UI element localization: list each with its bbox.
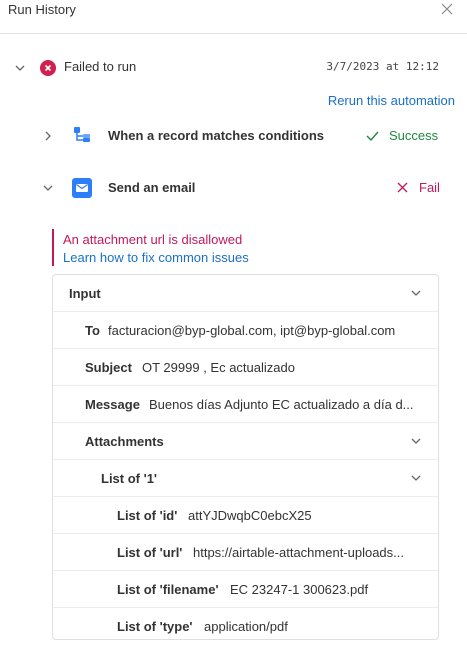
input-row-list-1[interactable]: List of '1': [53, 460, 438, 497]
input-row-message: Message Buenos días Adjunto EC actualiza…: [53, 386, 438, 423]
to-key: To: [85, 323, 100, 338]
panel-title: Run History: [8, 2, 76, 17]
list-filename-key: List of 'filename': [117, 582, 219, 597]
trigger-icon: [74, 127, 90, 142]
chevron-down-icon[interactable]: [42, 182, 54, 194]
rerun-automation-link[interactable]: Rerun this automation: [328, 93, 455, 108]
panel-header: Run History: [0, 0, 467, 34]
error-message: An attachment url is disallowed: [63, 232, 243, 247]
subject-value: OT 29999 , Ec actualizado: [142, 360, 295, 375]
subject-key: Subject: [85, 360, 132, 375]
message-value: Buenos días Adjunto EC actualizado a día…: [149, 397, 414, 412]
input-row-list-url: List of 'url' https://airtable-attachmen…: [53, 534, 438, 571]
chevron-down-icon[interactable]: [410, 287, 422, 299]
input-panel: Input To facturacion@byp-global.com, ipt…: [52, 274, 439, 640]
close-icon[interactable]: [441, 3, 453, 15]
check-icon: [366, 131, 379, 142]
input-row-attachments[interactable]: Attachments: [53, 423, 438, 460]
input-row-list-id: List of 'id' attYJDwqbC0ebcX25: [53, 497, 438, 534]
input-row-to: To facturacion@byp-global.com, ipt@byp-g…: [53, 312, 438, 349]
list-1-key: List of '1': [101, 471, 158, 486]
input-header-row[interactable]: Input: [53, 275, 438, 312]
chevron-down-icon[interactable]: [410, 472, 422, 484]
step-label-send-email[interactable]: Send an email: [108, 180, 195, 195]
step-status-success: Success: [389, 128, 439, 143]
list-type-value: application/pdf: [204, 619, 288, 634]
chevron-down-icon[interactable]: [14, 62, 26, 74]
step-label-trigger[interactable]: When a record matches conditions: [108, 128, 324, 143]
fix-issues-link[interactable]: Learn how to fix common issues: [63, 250, 249, 265]
run-timestamp: 3/7/2023 at 12:12: [326, 60, 439, 73]
message-key: Message: [85, 397, 140, 412]
to-value: facturacion@byp-global.com, ipt@byp-glob…: [108, 323, 396, 338]
error-message-box: An attachment url is disallowed Learn ho…: [52, 229, 292, 266]
chevron-right-icon[interactable]: [42, 130, 54, 142]
list-id-value: attYJDwqbC0ebcX25: [188, 508, 312, 523]
step-status-fail: Fail: [419, 180, 440, 195]
input-row-list-filename: List of 'filename' EC 23247-1 300623.pdf: [53, 571, 438, 608]
list-filename-value: EC 23247-1 300623.pdf: [230, 582, 369, 597]
input-row-list-type: List of 'type' application/pdf: [53, 608, 438, 639]
error-circle-icon: [40, 60, 56, 76]
attachments-key: Attachments: [85, 434, 164, 449]
input-row-subject: Subject OT 29999 , Ec actualizado: [53, 349, 438, 386]
run-status: Failed to run: [64, 59, 137, 74]
input-title: Input: [69, 286, 101, 301]
email-icon: [72, 178, 92, 198]
list-url-key: List of 'url': [117, 545, 183, 560]
list-id-key: List of 'id': [117, 508, 178, 523]
chevron-down-icon[interactable]: [410, 435, 422, 447]
x-icon: [397, 182, 408, 193]
list-url-value: https://airtable-attachment-uploads...: [193, 545, 405, 560]
list-type-key: List of 'type': [117, 619, 193, 634]
